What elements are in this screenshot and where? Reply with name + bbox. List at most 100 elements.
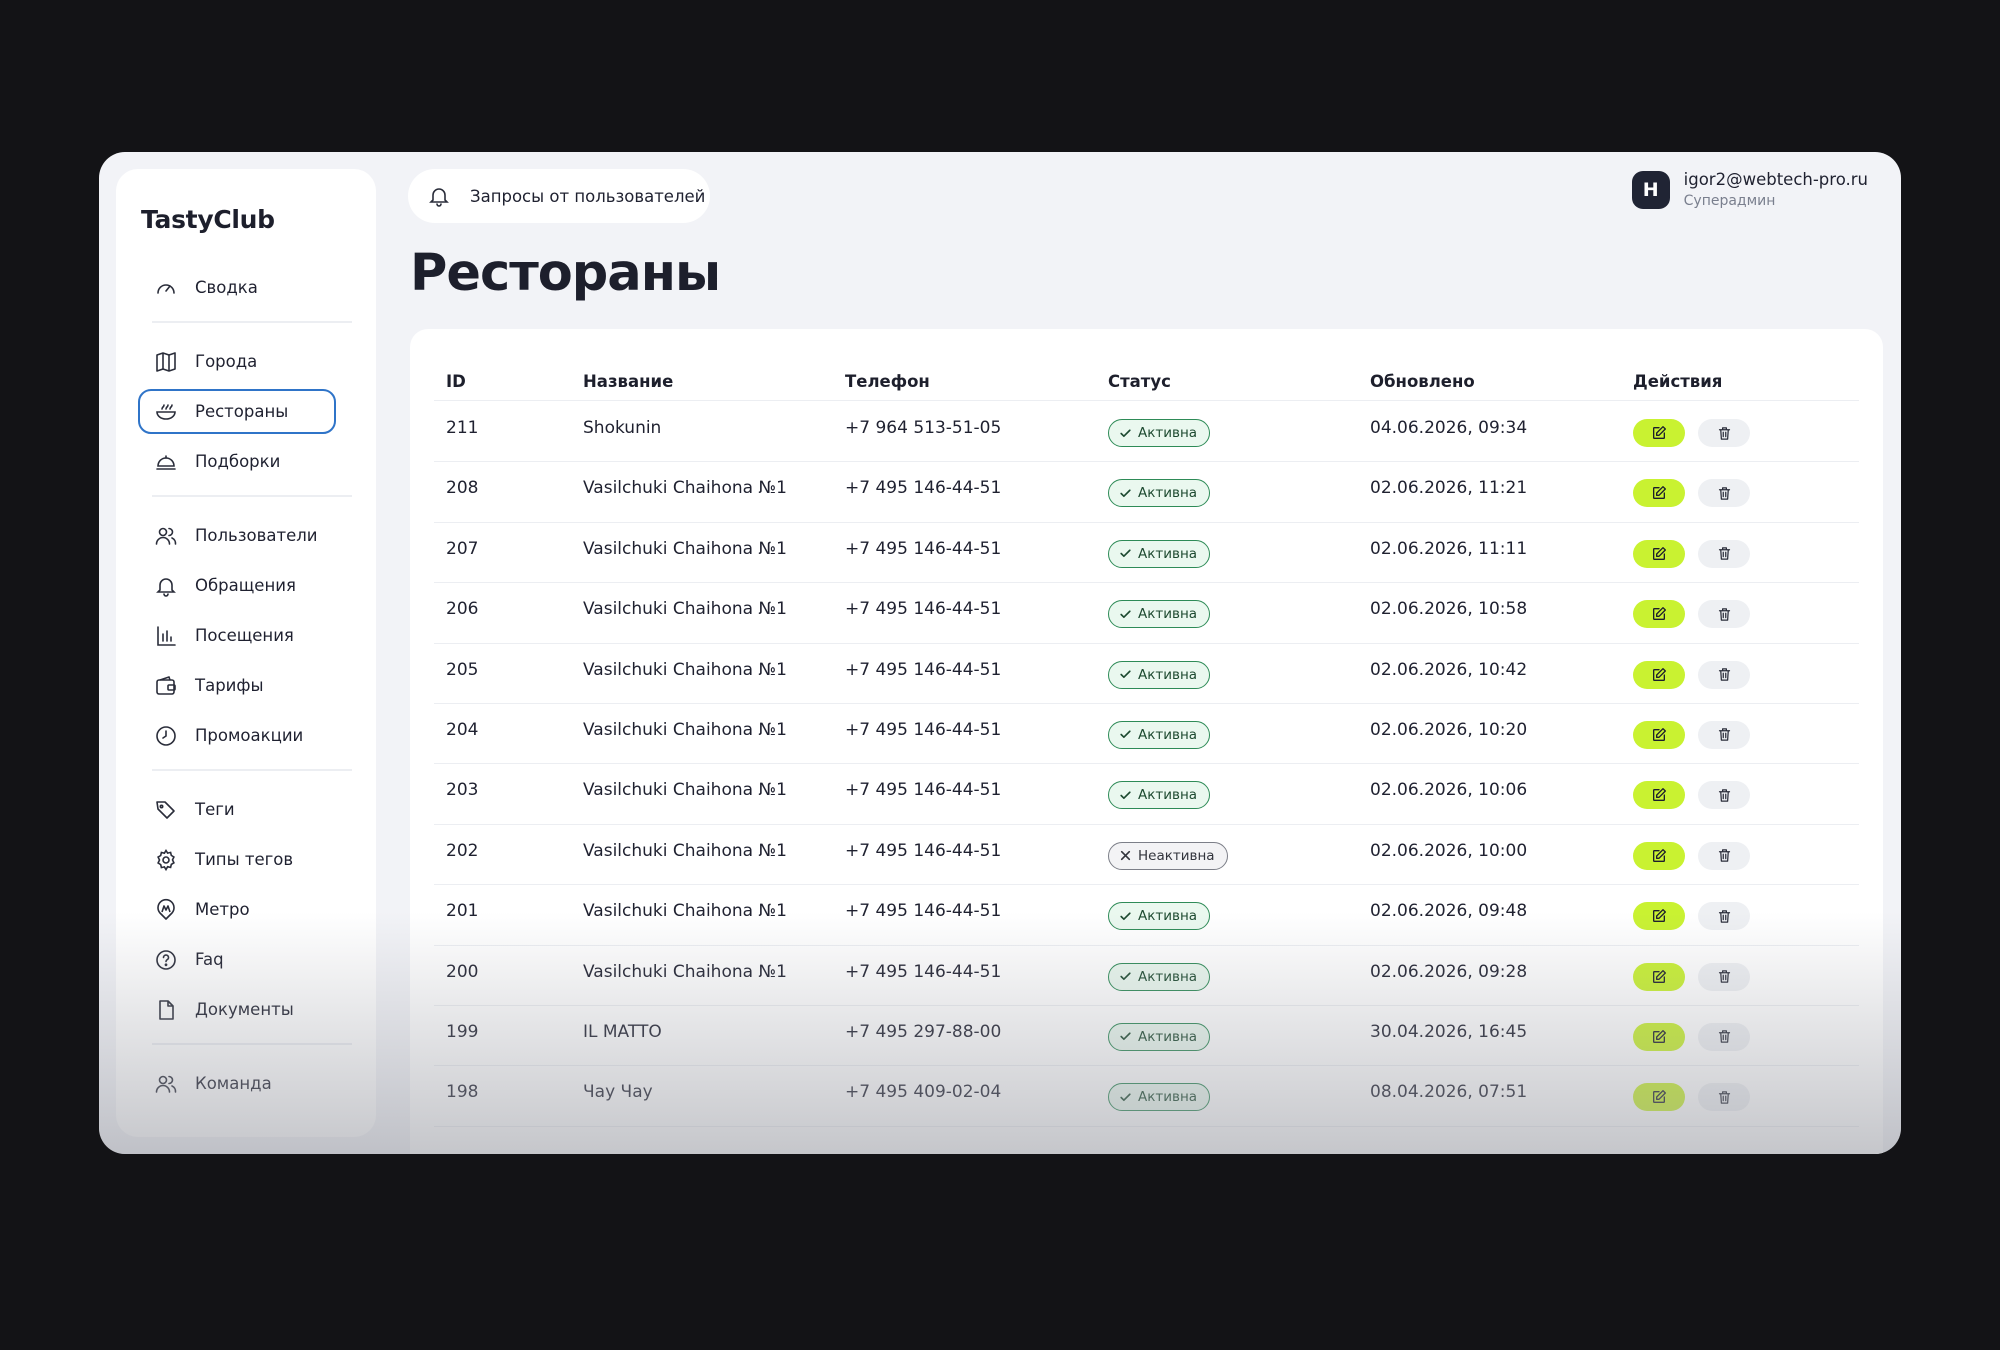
status-badge: Активна: [1108, 1083, 1211, 1112]
cell-phone: +7 495 146-44-51: [845, 840, 1002, 861]
table-row[interactable]: 205 Vasilchuki Chaihona №1 +7 495 146-44…: [434, 644, 1859, 704]
table-row[interactable]: 211 Shokunin +7 964 513-51-05 Активна 04…: [434, 402, 1859, 463]
cell-id: 198: [446, 1082, 479, 1103]
cell-updated: 02.06.2026, 11:11: [1370, 538, 1528, 559]
table-row[interactable]: 200 Vasilchuki Chaihona №1 +7 495 146-44…: [434, 946, 1859, 1006]
sidebar-item-team[interactable]: Команда: [138, 1061, 356, 1106]
user-menu[interactable]: Н igor2@webtech-pro.ru Суперадмин: [1631, 170, 1868, 209]
bar-chart-icon: [153, 623, 179, 649]
edit-icon: [1653, 607, 1666, 621]
delete-button[interactable]: [1698, 841, 1750, 870]
edit-icon: [1653, 426, 1666, 439]
sidebar-divider: [152, 769, 352, 771]
check-icon: [1119, 970, 1132, 983]
edit-button[interactable]: [1633, 660, 1685, 689]
sidebar-item-label: Теги: [195, 800, 235, 819]
cell-updated: 02.06.2026, 09:48: [1370, 901, 1528, 922]
edit-button[interactable]: [1633, 781, 1685, 810]
cell-phone: +7 495 146-44-51: [845, 961, 1002, 982]
check-icon: [1119, 668, 1132, 681]
cell-actions: [1621, 764, 1859, 823]
edit-button[interactable]: [1633, 841, 1685, 870]
sidebar-item-faq[interactable]: Faq: [138, 937, 356, 982]
edit-icon: [1653, 848, 1666, 862]
sidebar-item-tag-types[interactable]: Типы тегов: [138, 837, 356, 882]
map-icon: [153, 349, 179, 375]
cell-updated: 02.06.2026, 10:58: [1370, 599, 1528, 620]
edit-button[interactable]: [1633, 1083, 1685, 1112]
sidebar-item-label: Обращения: [195, 576, 296, 595]
sidebar-item-tags[interactable]: Теги: [138, 787, 356, 832]
delete-button[interactable]: [1698, 539, 1750, 568]
table-row[interactable]: 204 Vasilchuki Chaihona №1 +7 495 146-44…: [434, 704, 1859, 765]
table-row[interactable]: 203 Vasilchuki Chaihona №1 +7 495 146-44…: [434, 764, 1859, 825]
sidebar-item-documents[interactable]: Документы: [138, 987, 356, 1032]
sidebar-item-metro[interactable]: Метро: [138, 887, 356, 932]
table-body: 211 Shokunin +7 964 513-51-05 Активна 04…: [434, 402, 1859, 1127]
sidebar-item-cities[interactable]: Города: [138, 339, 356, 384]
cell-phone: +7 495 409-02-04: [845, 1082, 1002, 1103]
sidebar-item-label: Документы: [195, 1000, 294, 1019]
edit-button[interactable]: [1633, 902, 1685, 931]
check-icon: [1119, 1091, 1132, 1104]
edit-button[interactable]: [1633, 962, 1685, 991]
delete-button[interactable]: [1698, 660, 1750, 689]
delete-button[interactable]: [1698, 1022, 1750, 1051]
sidebar-item-visits[interactable]: Посещения: [138, 613, 356, 658]
sidebar-item-tariffs[interactable]: Тарифы: [138, 663, 356, 708]
edit-button[interactable]: [1633, 539, 1685, 568]
trash-icon: [1718, 487, 1730, 500]
sidebar-item-requests[interactable]: Обращения: [138, 563, 356, 608]
edit-button[interactable]: [1633, 479, 1685, 508]
table-row[interactable]: 201 Vasilchuki Chaihona №1 +7 495 146-44…: [434, 885, 1859, 946]
column-header-name[interactable]: Название: [571, 363, 833, 400]
cell-name: Vasilchuki Chaihona №1: [583, 478, 787, 499]
sidebar-item-dashboard[interactable]: Сводка: [138, 265, 356, 310]
table-row[interactable]: 202 Vasilchuki Chaihona №1 +7 495 146-44…: [434, 825, 1859, 886]
delete-button[interactable]: [1698, 781, 1750, 810]
trash-icon: [1718, 607, 1730, 621]
status-label: Активна: [1138, 425, 1198, 441]
trash-icon: [1718, 789, 1730, 802]
edit-button[interactable]: [1633, 1022, 1685, 1051]
delete-button[interactable]: [1698, 902, 1750, 931]
delete-button[interactable]: [1698, 720, 1750, 749]
team-icon: [153, 1071, 179, 1097]
restaurants-table-card: ID Название Телефон Статус Обновлено Дей…: [410, 329, 1883, 1154]
cell-updated: 02.06.2026, 10:20: [1370, 719, 1528, 740]
delete-button[interactable]: [1698, 1083, 1750, 1112]
column-header-status[interactable]: Статус: [1096, 363, 1358, 400]
cell-updated: 02.06.2026, 10:42: [1370, 659, 1528, 680]
table-row[interactable]: 208 Vasilchuki Chaihona №1 +7 495 146-44…: [434, 462, 1859, 523]
cell-id: 199: [446, 1021, 479, 1042]
sidebar-item-users[interactable]: Пользователи: [138, 513, 356, 558]
cell-actions: [1621, 402, 1859, 461]
edit-icon: [1653, 727, 1666, 741]
delete-button[interactable]: [1698, 600, 1750, 629]
table-row[interactable]: 198 Чау Чау +7 495 409-02-04 Активна 08.…: [434, 1066, 1859, 1127]
cell-status: Активна: [1096, 764, 1358, 823]
sidebar-item-label: Типы тегов: [195, 850, 294, 869]
sidebar-item-label: Подборки: [195, 452, 281, 471]
edit-button[interactable]: [1633, 419, 1685, 447]
table-row[interactable]: 207 Vasilchuki Chaihona №1 +7 495 146-44…: [434, 523, 1859, 584]
column-header-id[interactable]: ID: [434, 363, 571, 400]
user-requests-button[interactable]: Запросы от пользователей: [408, 169, 710, 223]
table-row[interactable]: 199 IL MATTO +7 495 297-88-00 Активна 30…: [434, 1006, 1859, 1067]
delete-button[interactable]: [1698, 479, 1750, 508]
edit-button[interactable]: [1633, 720, 1685, 749]
sidebar-item-collections[interactable]: Подборки: [138, 439, 356, 484]
sidebar-item-restaurants[interactable]: Рестораны: [138, 389, 336, 434]
trash-icon: [1718, 1030, 1730, 1044]
cell-updated: 02.06.2026, 11:21: [1370, 478, 1528, 499]
delete-button[interactable]: [1698, 419, 1750, 447]
column-header-updated[interactable]: Обновлено: [1358, 363, 1621, 400]
edit-button[interactable]: [1633, 600, 1685, 629]
trash-icon: [1718, 849, 1730, 862]
sidebar-item-label: Рестораны: [195, 402, 289, 421]
column-header-phone[interactable]: Телефон: [833, 363, 1096, 400]
check-icon: [1119, 789, 1132, 802]
delete-button[interactable]: [1698, 962, 1750, 991]
sidebar-item-promos[interactable]: Промоакции: [138, 713, 356, 758]
table-row[interactable]: 206 Vasilchuki Chaihona №1 +7 495 146-44…: [434, 583, 1859, 644]
